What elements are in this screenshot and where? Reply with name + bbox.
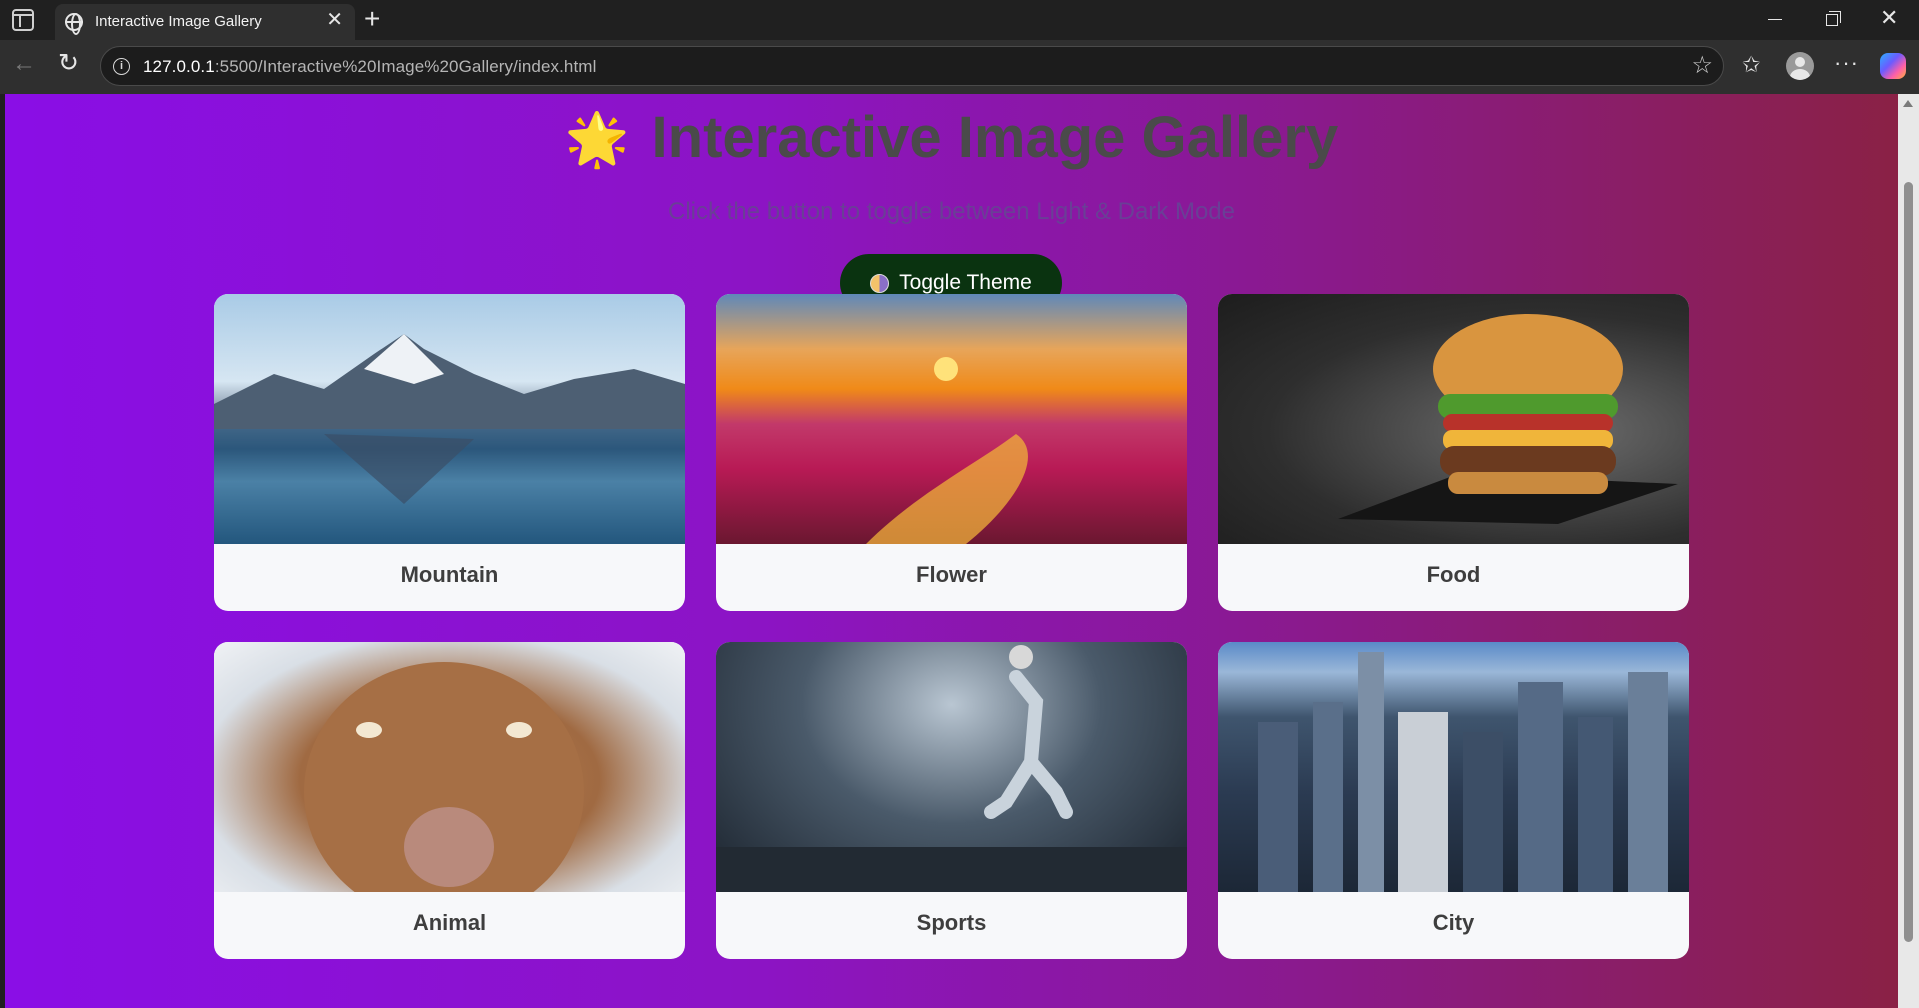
card-label: City xyxy=(1432,910,1475,935)
mountain-illustration xyxy=(214,334,685,544)
url-path: :5500/Interactive%20Image%20Gallery/inde… xyxy=(214,57,597,76)
scroll-thumb[interactable] xyxy=(1904,182,1913,942)
city-photo xyxy=(1218,642,1689,892)
page-subtitle: Click the button to toggle between Light… xyxy=(668,198,1235,225)
close-tab-icon[interactable]: ✕ xyxy=(326,10,343,30)
minimize-icon[interactable] xyxy=(1768,19,1782,20)
window-close-icon[interactable]: ✕ xyxy=(1880,7,1898,29)
flower-photo xyxy=(716,294,1187,544)
profile-avatar-icon[interactable] xyxy=(1786,52,1814,80)
favorites-icon[interactable]: ✩ xyxy=(1742,52,1760,78)
gallery-card-mountain[interactable]: Mountain xyxy=(214,294,685,611)
reload-icon[interactable]: ↻ xyxy=(58,50,79,76)
tab-actions-icon[interactable] xyxy=(12,9,34,31)
card-label: Sports xyxy=(916,910,987,935)
tab-title: Interactive Image Gallery xyxy=(95,13,262,30)
favorite-star-icon[interactable]: ☆ xyxy=(1691,53,1713,79)
city-illustration xyxy=(1258,652,1668,892)
gallery-card-food[interactable]: Food xyxy=(1218,294,1689,611)
browser-tab[interactable]: Interactive Image Gallery ✕ xyxy=(55,4,355,40)
card-label: Flower xyxy=(916,562,987,587)
mountain-photo xyxy=(214,294,685,544)
address-bar[interactable]: i 127.0.0.1:5500/Interactive%20Image%20G… xyxy=(100,46,1724,86)
globe-icon xyxy=(65,13,83,35)
gallery-card-animal[interactable]: Animal xyxy=(214,642,685,959)
card-label: Mountain xyxy=(400,562,499,587)
url-host: 127.0.0.1 xyxy=(143,57,215,76)
sports-photo xyxy=(716,642,1187,892)
restore-icon[interactable] xyxy=(1826,11,1841,26)
flower-illustration xyxy=(866,357,1028,544)
back-arrow-icon[interactable]: ← xyxy=(12,52,36,76)
new-tab-icon[interactable]: + xyxy=(364,4,380,34)
animal-photo xyxy=(214,642,685,922)
page-scrollbar[interactable] xyxy=(1898,94,1919,1008)
toggle-theme-label: Toggle Theme xyxy=(899,271,1032,294)
page-viewport: 🌟 Interactive Image Gallery Click the but… xyxy=(5,94,1898,1008)
page-title-text: Interactive Image Gallery xyxy=(651,105,1339,170)
site-info-icon[interactable]: i xyxy=(113,58,130,75)
food-photo xyxy=(1218,294,1689,544)
gallery-card-city[interactable]: City xyxy=(1218,642,1689,959)
card-label: Animal xyxy=(412,910,487,935)
gallery-card-sports[interactable]: Sports xyxy=(716,642,1187,959)
dog-illustration xyxy=(304,662,584,922)
card-label: Food xyxy=(1426,562,1481,587)
more-menu-icon[interactable]: ··· xyxy=(1834,50,1859,76)
half-moon-icon xyxy=(870,273,890,293)
burger-illustration xyxy=(1338,314,1678,524)
scroll-up-arrow-icon[interactable] xyxy=(1903,100,1913,107)
gallery-card-flower[interactable]: Flower xyxy=(716,294,1187,611)
player-illustration xyxy=(716,645,1187,892)
copilot-icon[interactable] xyxy=(1880,53,1906,79)
sparkle-star-icon: 🌟 xyxy=(564,111,630,169)
browser-titlebar: Interactive Image Gallery ✕ + ✕ xyxy=(0,0,1919,40)
page-title: 🌟 Interactive Image Gallery xyxy=(5,104,1898,171)
url-text[interactable]: 127.0.0.1:5500/Interactive%20Image%20Gal… xyxy=(143,57,596,77)
browser-toolbar: ← ↻ i 127.0.0.1:5500/Interactive%20Image… xyxy=(0,40,1919,94)
